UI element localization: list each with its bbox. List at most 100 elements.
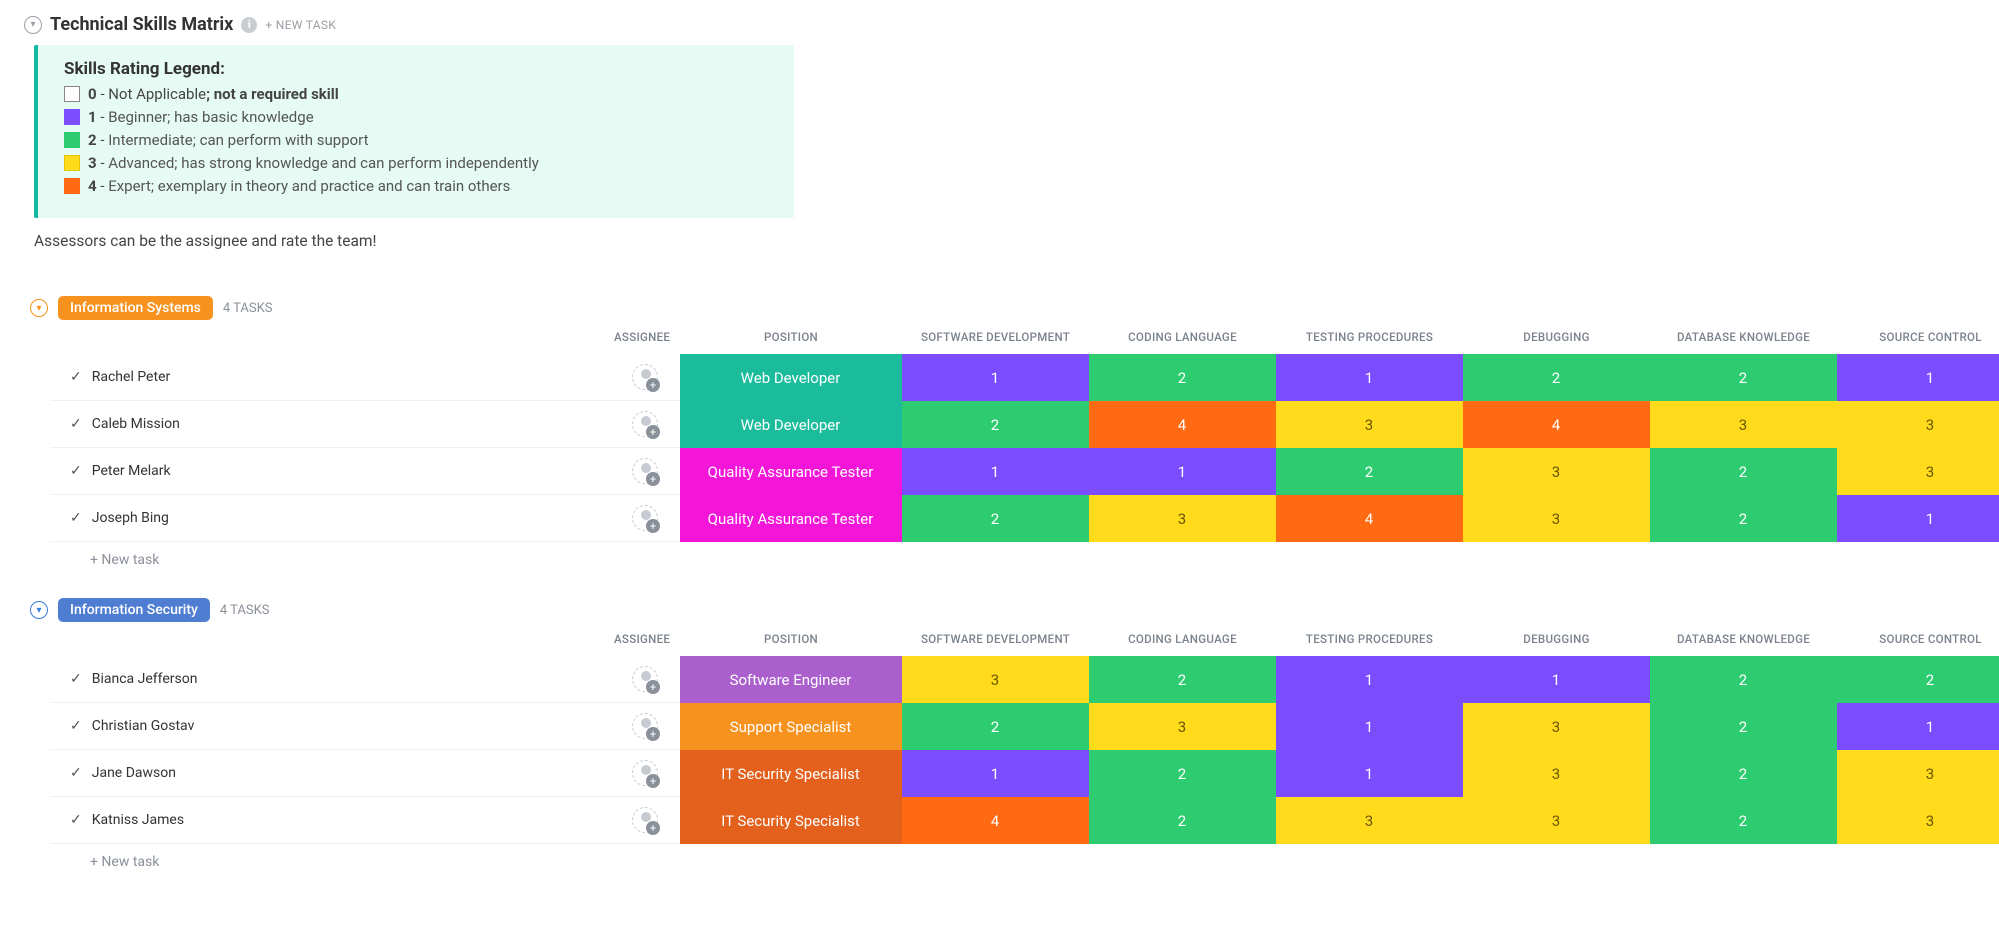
column-header[interactable]: DEBUGGING bbox=[1463, 322, 1650, 354]
rating-cell[interactable]: 3 bbox=[1837, 750, 1999, 797]
position-cell[interactable]: Quality Assurance Tester bbox=[680, 495, 902, 542]
group-collapse-toggle[interactable]: ▾ bbox=[30, 299, 48, 317]
column-header[interactable]: POSITION bbox=[680, 624, 902, 656]
column-header[interactable]: TESTING PROCEDURES bbox=[1276, 322, 1463, 354]
task-row[interactable]: ✓Bianca Jefferson bbox=[50, 656, 610, 703]
rating-cell[interactable]: 3 bbox=[1089, 495, 1276, 542]
position-cell[interactable]: IT Security Specialist bbox=[680, 797, 902, 844]
column-header[interactable]: SOURCE CONTROL bbox=[1837, 624, 1999, 656]
rating-cell[interactable]: 2 bbox=[902, 401, 1089, 448]
rating-cell[interactable]: 4 bbox=[1276, 495, 1463, 542]
assignee-cell[interactable] bbox=[610, 495, 680, 542]
column-header[interactable]: POSITION bbox=[680, 322, 902, 354]
column-header[interactable]: DEBUGGING bbox=[1463, 624, 1650, 656]
assignee-add-icon[interactable] bbox=[632, 411, 658, 437]
task-row[interactable]: ✓Jane Dawson bbox=[50, 750, 610, 797]
position-cell[interactable]: Quality Assurance Tester bbox=[680, 448, 902, 495]
task-row[interactable]: ✓Rachel Peter bbox=[50, 354, 610, 401]
rating-cell[interactable]: 2 bbox=[1089, 750, 1276, 797]
rating-cell[interactable]: 1 bbox=[902, 354, 1089, 401]
position-cell[interactable]: Web Developer bbox=[680, 401, 902, 448]
rating-cell[interactable]: 2 bbox=[902, 495, 1089, 542]
rating-cell[interactable]: 2 bbox=[1650, 448, 1837, 495]
column-header[interactable] bbox=[50, 624, 610, 656]
rating-cell[interactable]: 2 bbox=[1650, 656, 1837, 703]
column-header[interactable]: CODING LANGUAGE bbox=[1089, 624, 1276, 656]
rating-cell[interactable]: 3 bbox=[1463, 750, 1650, 797]
rating-cell[interactable]: 1 bbox=[1837, 495, 1999, 542]
rating-cell[interactable]: 1 bbox=[1837, 703, 1999, 750]
rating-cell[interactable]: 2 bbox=[1650, 797, 1837, 844]
assignee-cell[interactable] bbox=[610, 656, 680, 703]
position-cell[interactable]: IT Security Specialist bbox=[680, 750, 902, 797]
rating-cell[interactable]: 2 bbox=[1837, 656, 1999, 703]
new-task-row[interactable]: + New task bbox=[50, 542, 1999, 572]
rating-cell[interactable]: 3 bbox=[1650, 401, 1837, 448]
column-header[interactable] bbox=[50, 322, 610, 354]
rating-cell[interactable]: 3 bbox=[1463, 448, 1650, 495]
rating-cell[interactable]: 3 bbox=[1276, 797, 1463, 844]
column-header[interactable]: DATABASE KNOWLEDGE bbox=[1650, 624, 1837, 656]
task-row[interactable]: ✓Joseph Bing bbox=[50, 495, 610, 542]
rating-cell[interactable]: 1 bbox=[1089, 448, 1276, 495]
rating-cell[interactable]: 3 bbox=[1837, 401, 1999, 448]
rating-cell[interactable]: 3 bbox=[902, 656, 1089, 703]
assignee-add-icon[interactable] bbox=[632, 364, 658, 390]
rating-cell[interactable]: 1 bbox=[1276, 750, 1463, 797]
rating-cell[interactable]: 2 bbox=[1650, 750, 1837, 797]
rating-cell[interactable]: 2 bbox=[902, 703, 1089, 750]
rating-cell[interactable]: 3 bbox=[1837, 448, 1999, 495]
position-cell[interactable]: Web Developer bbox=[680, 354, 902, 401]
rating-cell[interactable]: 1 bbox=[902, 448, 1089, 495]
rating-cell[interactable]: 3 bbox=[1463, 703, 1650, 750]
column-header[interactable]: DATABASE KNOWLEDGE bbox=[1650, 322, 1837, 354]
section-collapse-toggle[interactable]: ▾ bbox=[24, 16, 42, 34]
rating-cell[interactable]: 1 bbox=[1276, 354, 1463, 401]
assignee-cell[interactable] bbox=[610, 750, 680, 797]
new-task-row[interactable]: + New task bbox=[50, 844, 1999, 874]
rating-cell[interactable]: 1 bbox=[1837, 354, 1999, 401]
rating-cell[interactable]: 1 bbox=[902, 750, 1089, 797]
group-collapse-toggle[interactable]: ▾ bbox=[30, 601, 48, 619]
rating-cell[interactable]: 2 bbox=[1089, 354, 1276, 401]
rating-cell[interactable]: 2 bbox=[1650, 354, 1837, 401]
column-header[interactable]: SOFTWARE DEVELOPMENT bbox=[902, 322, 1089, 354]
assignee-add-icon[interactable] bbox=[632, 713, 658, 739]
rating-cell[interactable]: 2 bbox=[1650, 495, 1837, 542]
rating-cell[interactable]: 4 bbox=[1089, 401, 1276, 448]
assignee-cell[interactable] bbox=[610, 797, 680, 844]
rating-cell[interactable]: 4 bbox=[1463, 401, 1650, 448]
assignee-cell[interactable] bbox=[610, 448, 680, 495]
rating-cell[interactable]: 2 bbox=[1463, 354, 1650, 401]
rating-cell[interactable]: 1 bbox=[1276, 703, 1463, 750]
assignee-add-icon[interactable] bbox=[632, 505, 658, 531]
column-header[interactable]: CODING LANGUAGE bbox=[1089, 322, 1276, 354]
column-header[interactable]: ASSIGNEE bbox=[610, 322, 680, 354]
task-row[interactable]: ✓Katniss James bbox=[50, 797, 610, 844]
rating-cell[interactable]: 3 bbox=[1089, 703, 1276, 750]
position-cell[interactable]: Support Specialist bbox=[680, 703, 902, 750]
assignee-add-icon[interactable] bbox=[632, 666, 658, 692]
new-task-button[interactable]: + NEW TASK bbox=[265, 18, 336, 32]
assignee-cell[interactable] bbox=[610, 401, 680, 448]
column-header[interactable]: ASSIGNEE bbox=[610, 624, 680, 656]
assignee-add-icon[interactable] bbox=[632, 807, 658, 833]
rating-cell[interactable]: 2 bbox=[1089, 656, 1276, 703]
rating-cell[interactable]: 2 bbox=[1089, 797, 1276, 844]
assignee-add-icon[interactable] bbox=[632, 760, 658, 786]
assignee-cell[interactable] bbox=[610, 703, 680, 750]
assignee-cell[interactable] bbox=[610, 354, 680, 401]
rating-cell[interactable]: 1 bbox=[1463, 656, 1650, 703]
rating-cell[interactable]: 4 bbox=[902, 797, 1089, 844]
task-row[interactable]: ✓Caleb Mission bbox=[50, 401, 610, 448]
rating-cell[interactable]: 3 bbox=[1276, 401, 1463, 448]
rating-cell[interactable]: 3 bbox=[1463, 495, 1650, 542]
group-pill[interactable]: Information Security bbox=[58, 598, 210, 622]
rating-cell[interactable]: 2 bbox=[1276, 448, 1463, 495]
position-cell[interactable]: Software Engineer bbox=[680, 656, 902, 703]
rating-cell[interactable]: 3 bbox=[1837, 797, 1999, 844]
assignee-add-icon[interactable] bbox=[632, 458, 658, 484]
task-row[interactable]: ✓Christian Gostav bbox=[50, 703, 610, 750]
group-pill[interactable]: Information Systems bbox=[58, 296, 213, 320]
rating-cell[interactable]: 2 bbox=[1650, 703, 1837, 750]
